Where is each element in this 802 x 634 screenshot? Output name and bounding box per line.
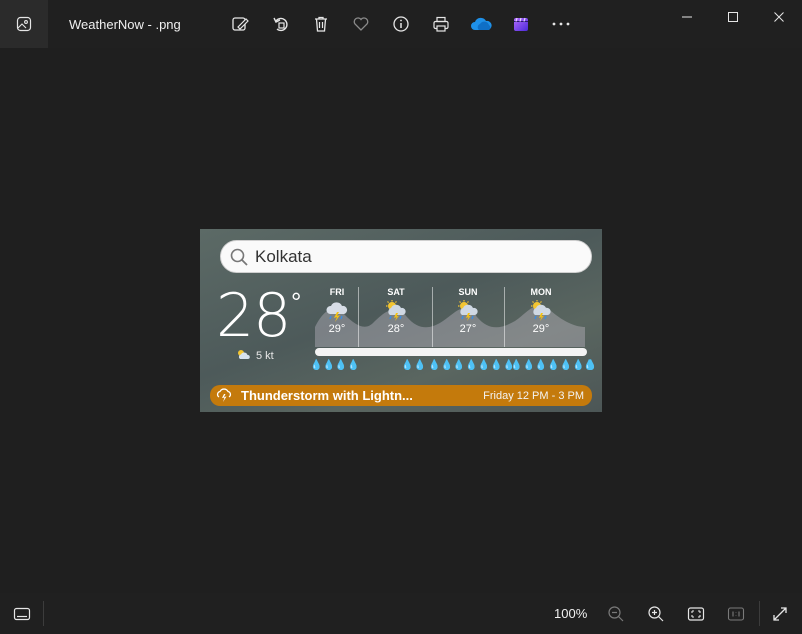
degree-symbol: ° — [291, 287, 302, 317]
search-value: Kolkata — [255, 246, 312, 266]
forecast-day: SAT 28° — [360, 287, 432, 335]
day-temperature: 28° — [387, 323, 405, 335]
divider — [759, 601, 760, 626]
more-icon[interactable] — [549, 12, 573, 36]
zoom-level[interactable]: 100% — [554, 606, 587, 621]
rain-drops: 💧 — [583, 360, 596, 371]
rain-drops: 💧💧 — [401, 360, 426, 371]
rotate-icon[interactable] — [269, 12, 293, 36]
actual-size-icon[interactable] — [724, 602, 748, 626]
sun-cloud-lightning-icon — [529, 300, 553, 322]
edit-image-icon[interactable] — [228, 12, 252, 36]
clipchamp-icon[interactable] — [509, 12, 533, 36]
sun-cloud-lightning-icon — [384, 300, 408, 322]
bottom-bar: 100% — [0, 593, 802, 634]
photos-app-icon[interactable] — [0, 0, 48, 48]
forecast-strip: FRI 29° SAT 28° SUN 27° MON 29° — [315, 287, 593, 347]
weather-widget-image: Kolkata 28 ° 5 kt FRI 29° SAT 28° SUN 27… — [200, 229, 602, 412]
day-temperature: 27° — [459, 323, 477, 335]
title-bar: WeatherNow - .png — [0, 0, 802, 48]
filmstrip-icon[interactable] — [10, 602, 34, 626]
weather-alert: Thunderstorm with Lightn... Friday 12 PM… — [210, 385, 592, 406]
wind-speed: 5 kt — [256, 350, 274, 362]
rain-drops: 💧💧💧💧 — [310, 360, 360, 371]
day-name: SAT — [387, 287, 405, 297]
wind-info: 5 kt — [236, 349, 274, 363]
day-name: SUN — [458, 287, 478, 297]
search-input: Kolkata — [220, 240, 592, 273]
fullscreen-icon[interactable] — [768, 602, 792, 626]
sun-cloud-lightning-icon — [456, 300, 480, 322]
thunderstorm-icon — [216, 388, 232, 403]
sun-cloud-icon — [236, 349, 250, 363]
file-name: WeatherNow - .png — [69, 17, 181, 32]
alert-text: Thunderstorm with Lightn... — [241, 388, 413, 403]
delete-icon[interactable] — [309, 12, 333, 36]
zoom-out-icon[interactable] — [604, 602, 628, 626]
minimize-icon[interactable] — [664, 0, 710, 34]
onedrive-icon[interactable] — [469, 12, 493, 36]
search-icon — [229, 247, 249, 267]
day-name: MON — [530, 287, 552, 297]
maximize-icon[interactable] — [710, 0, 756, 34]
current-temperature: 28 — [216, 281, 291, 351]
info-icon[interactable] — [389, 12, 413, 36]
forecast-day: SUN 27° — [432, 287, 504, 335]
favorite-heart-icon[interactable] — [349, 12, 373, 36]
alert-time: Friday 12 PM - 3 PM — [483, 389, 584, 402]
zoom-in-icon[interactable] — [644, 602, 668, 626]
cloud-lightning-icon — [325, 300, 349, 322]
print-icon[interactable] — [429, 12, 453, 36]
rain-drops: 💧💧💧💧💧💧💧 — [428, 360, 516, 371]
close-icon[interactable] — [756, 0, 802, 34]
forecast-day: MON 29° — [505, 287, 577, 335]
rain-timeline-bar — [315, 348, 587, 356]
divider — [43, 601, 44, 626]
fit-to-window-icon[interactable] — [684, 602, 708, 626]
day-temperature: 29° — [532, 323, 550, 335]
